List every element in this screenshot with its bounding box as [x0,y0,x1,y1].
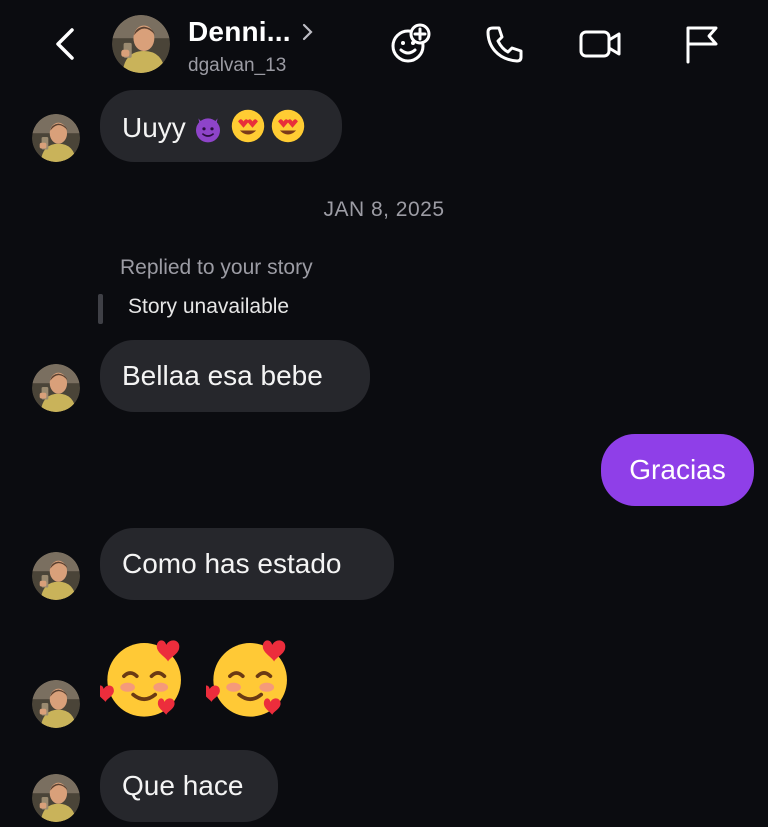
message-bubble-incoming[interactable]: Bellaa esa bebe [100,340,370,412]
contact-name-row[interactable]: Denni... [188,16,315,48]
phone-icon [486,26,523,63]
contact-name: Denni... [188,16,291,47]
chevron-right-icon [302,23,313,41]
chevron-left-icon [56,28,74,60]
story-status[interactable]: Story unavailable [128,295,289,319]
chat-header: Denni... dgalvan_13 [0,0,768,92]
back-button[interactable] [48,22,82,66]
heart-eyes-emoji [230,108,266,144]
sender-avatar[interactable] [32,774,80,822]
sender-avatar[interactable] [32,552,80,600]
heart-eyes-emoji [270,108,306,144]
sender-avatar[interactable] [32,114,80,162]
message-text: Gracias [629,454,726,485]
message-text: Uuyy [122,112,186,143]
emoji-message[interactable] [100,632,298,724]
video-call-button[interactable] [576,20,624,68]
smiley-plus-icon [391,23,431,63]
message-text: Bellaa esa bebe [122,360,323,391]
call-button[interactable] [480,20,528,68]
message-bubble-incoming[interactable]: Que hace [100,750,278,822]
smiling-devil-emoji [192,112,224,144]
chat-screen: Denni... dgalvan_13 Uuyy JAN 8, 2025 Rep… [0,0,768,827]
message-text: Como has estado [122,548,342,579]
message-bubble-outgoing[interactable]: Gracias [601,434,754,506]
effects-button[interactable] [386,20,434,68]
message-text: Que hace [122,770,244,801]
message-bubble-incoming[interactable]: Como has estado [100,528,394,600]
story-reply-label: Replied to your story [120,256,313,279]
sender-avatar[interactable] [32,680,80,728]
smiling-face-with-hearts-emoji [206,632,298,724]
message-bubble-incoming[interactable]: Uuyy [100,90,342,162]
smiling-face-with-hearts-emoji [100,632,192,724]
sender-avatar[interactable] [32,364,80,412]
flag-icon [686,26,718,64]
contact-username: dgalvan_13 [188,55,287,76]
contact-avatar[interactable] [112,15,170,73]
video-camera-icon [579,30,621,58]
story-reply-bar [98,294,103,324]
date-separator: JAN 8, 2025 [323,198,445,221]
report-button[interactable] [678,20,726,68]
